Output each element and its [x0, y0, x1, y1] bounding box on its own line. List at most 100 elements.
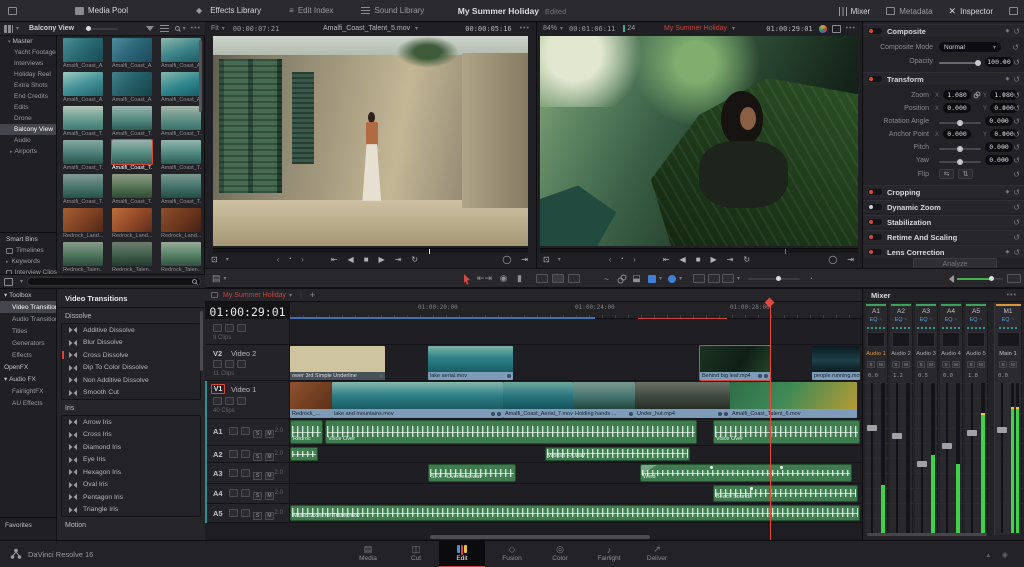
clip-thumbnail[interactable]: Amalfi_Coast_T... — [161, 140, 201, 173]
track-lane-a3[interactable]: SFX - Overhead.wav Wind — [290, 463, 862, 483]
timeline-zoom-slider[interactable] — [748, 278, 800, 280]
solo-button[interactable]: S — [253, 472, 262, 480]
bin-item[interactable]: Audio — [0, 135, 56, 146]
tree-generators[interactable]: Generators — [0, 337, 56, 349]
bin-item-master[interactable]: ▾Master — [0, 36, 56, 47]
reset-icon[interactable]: ↺ — [1013, 117, 1020, 126]
section-transform[interactable]: Transform ◆ ↺ — [863, 72, 1024, 85]
color-indicator-icon[interactable] — [819, 25, 827, 33]
bin-item[interactable]: Extra Shots — [0, 80, 56, 91]
zoom-x-value[interactable]: 1.080 — [943, 90, 971, 100]
lock-icon[interactable] — [229, 427, 238, 435]
jog-left-icon[interactable]: ‹ — [609, 255, 612, 264]
transition-item[interactable]: Diamond Iris — [62, 441, 200, 454]
tree-effects[interactable]: Effects — [0, 349, 56, 361]
track-lane-a4[interactable]: Beach Sounds — [290, 484, 862, 503]
mute-button[interactable]: M — [265, 512, 274, 520]
match-frame-icon[interactable]: ◯ — [828, 255, 837, 264]
clip-jump-icon[interactable]: ⇥ — [847, 255, 854, 264]
stabilization-toggle[interactable] — [868, 219, 882, 225]
tree-au-effects[interactable]: AU Effects — [0, 397, 56, 409]
lock-icon[interactable] — [229, 469, 238, 477]
bin-item[interactable]: Interviews — [0, 58, 56, 69]
clip-thumbnail[interactable]: Amalfi_Coast_T... — [63, 140, 103, 173]
zoom-dot-icon[interactable]: • — [805, 272, 818, 285]
opacity-slider[interactable] — [939, 62, 981, 64]
tree-fairlightfx[interactable]: FairlightFX — [0, 385, 56, 397]
stop-button[interactable]: ■ — [364, 255, 369, 264]
dynamic-zoom-toggle[interactable] — [868, 204, 882, 210]
chevron-down-icon[interactable]: ▾ — [16, 25, 19, 32]
transition-item[interactable]: Arrow Iris — [62, 416, 200, 429]
audio-clip[interactable]: Wind — [640, 464, 852, 482]
transition-item[interactable]: Smooth Cut — [62, 387, 200, 400]
transitions-scrollbar[interactable] — [200, 311, 203, 371]
arm-icon[interactable] — [241, 427, 250, 435]
reset-icon[interactable]: ↺ — [1013, 143, 1020, 152]
tree-audio-fx[interactable]: ▾ Audio FX — [0, 373, 56, 385]
viewer-mode-icon[interactable]: ⊡ — [543, 255, 550, 264]
solo-button[interactable]: S — [917, 361, 925, 368]
control-panel-icon[interactable] — [1007, 272, 1021, 285]
timeline-clip[interactable]: Under_hut.mp4 — [635, 382, 730, 418]
audio-clip[interactable]: Woosh FX.wav — [545, 447, 690, 461]
mute-button[interactable]: M — [952, 361, 960, 368]
pitch-slider[interactable] — [939, 148, 981, 150]
track-lane-v2[interactable]: ower 3rd Simple Underline lake aerial.mo… — [290, 345, 862, 380]
transition-item[interactable]: Blur Dissolve — [62, 337, 200, 350]
smart-bin-timelines[interactable]: Timelines — [0, 245, 57, 256]
tree-titles[interactable]: Titles — [0, 325, 56, 337]
mute-button[interactable]: M — [265, 453, 274, 461]
insert-clip-icon[interactable] — [535, 272, 548, 285]
more-options-icon[interactable]: ••• — [520, 25, 530, 32]
transform-toggle[interactable] — [868, 76, 882, 82]
keyframe-icon[interactable]: ◆ — [1002, 118, 1006, 124]
timeline-clip[interactable]: lake and mountains.mov — [332, 382, 503, 418]
bin-item[interactable]: Yacht Footage — [0, 47, 56, 58]
solo-button[interactable]: S — [967, 361, 975, 368]
keyframe-icon[interactable]: ◆ — [1002, 131, 1006, 137]
tab-edit-index[interactable]: ≡ Edit Index — [289, 6, 333, 15]
smart-bin-keywords[interactable]: ▸Keywords — [0, 256, 57, 267]
settings-dot-icon[interactable]: ◉ — [1002, 551, 1008, 559]
solo-button[interactable]: S — [253, 453, 262, 461]
reset-icon[interactable]: ↺ — [1013, 104, 1020, 113]
solo-button[interactable]: S — [999, 361, 1007, 368]
keyframe-icon[interactable]: ◆ — [1002, 144, 1006, 150]
more-options-icon[interactable]: ••• — [1007, 292, 1017, 299]
audio-clip[interactable]: Voice Over — [713, 420, 860, 444]
chevron-down-icon[interactable]: ▾ — [20, 278, 23, 285]
eq-button[interactable]: EQ ~ — [915, 317, 937, 323]
timeline-clip[interactable]: Amalfi_Coast_Aerial_7.mov — [503, 382, 573, 418]
clip-thumbnail[interactable]: Redrock_Land... — [63, 208, 103, 241]
eq-button[interactable]: EQ ~ — [965, 317, 987, 323]
section-stabilization[interactable]: Stabilization ↺ — [863, 215, 1024, 228]
flip-vertical-button[interactable]: ⇅ — [958, 169, 973, 179]
bin-item[interactable]: Holiday Reel — [0, 69, 56, 80]
cropping-toggle[interactable] — [868, 189, 882, 195]
mute-button[interactable]: M — [1009, 361, 1017, 368]
mute-button[interactable]: M — [977, 361, 985, 368]
analyze-button[interactable]: Analyze — [913, 258, 997, 268]
viewer-mode-icon[interactable]: ⊡ — [211, 255, 218, 264]
transition-item[interactable]: Non Additive Dissolve — [62, 374, 200, 387]
clip-thumbnail[interactable]: Amalfi_Coast_T... — [161, 106, 201, 139]
tree-video-transitions[interactable]: Video Transitions — [0, 301, 56, 313]
timeline-clip[interactable]: Holding hands ... — [573, 382, 635, 418]
keyframe-icon[interactable]: ◆ — [1002, 105, 1006, 111]
chevron-down-icon[interactable]: ▾ — [560, 25, 563, 32]
clip-thumbnail[interactable]: Amalfi_Coast_A... — [161, 38, 201, 71]
fader-handle[interactable] — [917, 461, 927, 467]
bin-item[interactable]: End Credits — [0, 91, 56, 102]
rotation-value[interactable]: 0.000 — [985, 116, 1013, 126]
keyframe-icon[interactable]: ◆ — [1005, 28, 1009, 34]
track-header-a3[interactable]: A3 SM 2.0 — [205, 463, 290, 483]
retime-toggle[interactable] — [868, 234, 882, 240]
clip-thumbnail[interactable]: Amalfi_Coast_T... — [112, 174, 152, 207]
timeline-tab[interactable]: My Summer Holiday — [223, 292, 286, 299]
fader-handle[interactable] — [867, 425, 877, 431]
tab-metadata[interactable]: Metadata — [886, 7, 932, 16]
arm-icon[interactable] — [241, 509, 250, 517]
bin-item-balcony-view[interactable]: Balcony View — [0, 124, 56, 135]
page-edit[interactable]: Edit — [439, 541, 485, 567]
